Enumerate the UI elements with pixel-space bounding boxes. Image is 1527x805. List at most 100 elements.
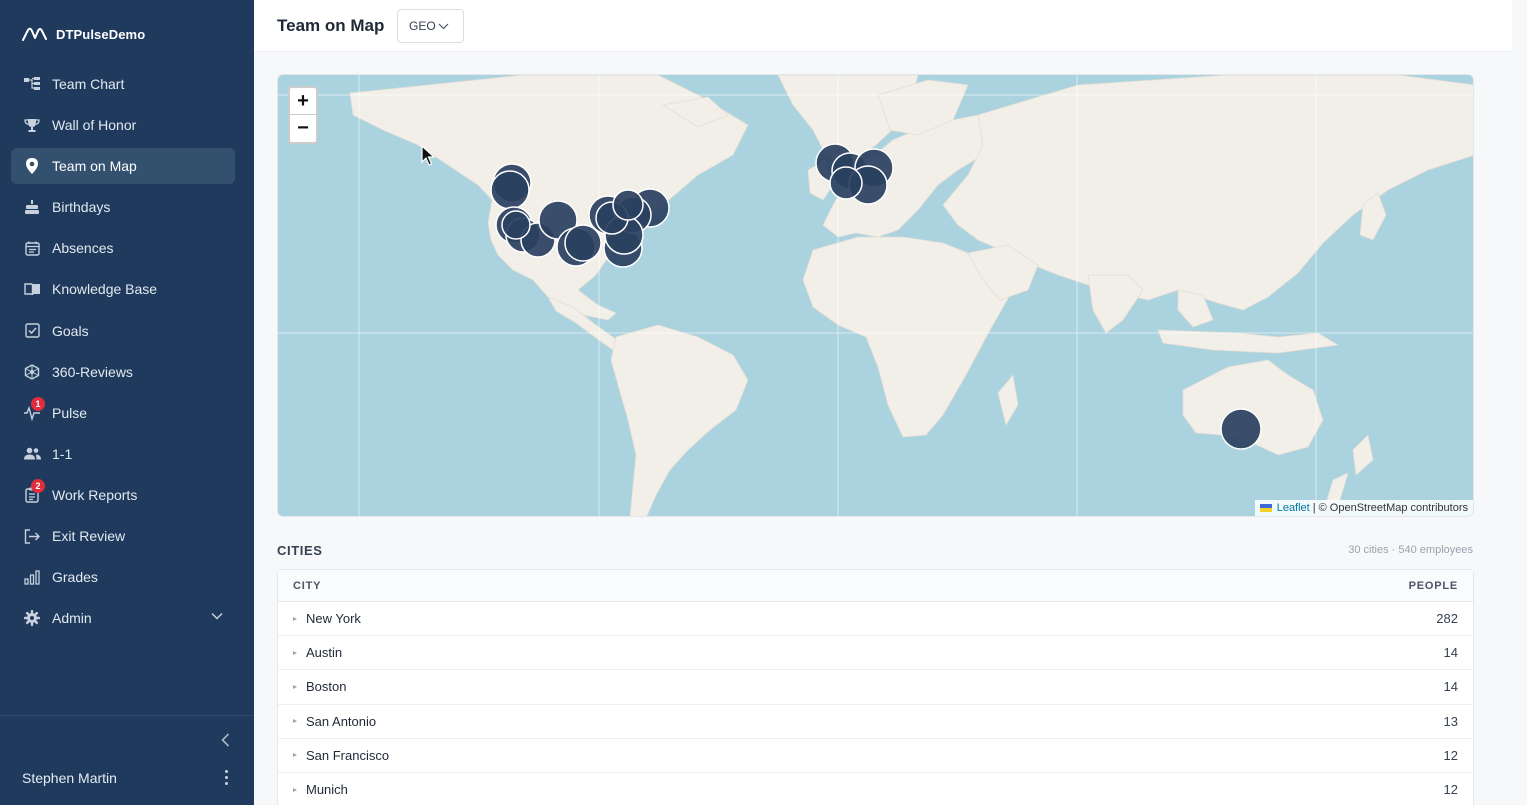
sidebar-item-label: Goals <box>52 322 89 339</box>
ukraine-flag-icon <box>1259 504 1272 512</box>
org-chart-icon <box>23 75 41 93</box>
city-name: Munich <box>306 782 348 798</box>
zoom-control: + − <box>288 86 318 144</box>
pulse-icon: 1 <box>23 396 45 422</box>
expand-caret-icon[interactable] <box>293 719 297 724</box>
sidebar-item-label: Team on Map <box>52 158 137 175</box>
city-marker <box>490 170 530 210</box>
calendar-icon <box>23 239 41 257</box>
column-people[interactable]: PEOPLE <box>1409 580 1458 592</box>
geo-select[interactable]: GEO <box>397 9 464 43</box>
bar-chart-icon <box>23 568 41 586</box>
sidebar-item-label: Pulse <box>52 404 88 421</box>
city-name: San Francisco <box>306 747 390 763</box>
city-marker <box>1220 408 1262 450</box>
sidebar-item-label: Work Reports <box>52 486 138 503</box>
gear-icon <box>23 609 41 627</box>
city-marker <box>564 224 602 262</box>
people-count: 14 <box>1443 645 1458 661</box>
expand-caret-icon[interactable] <box>293 753 297 758</box>
table-row[interactable]: Austin 14 <box>278 636 1473 671</box>
people-count: 12 <box>1443 747 1458 763</box>
people-count: 13 <box>1443 713 1458 729</box>
brand[interactable]: DTPulseDemo <box>22 24 145 44</box>
expand-caret-icon[interactable] <box>293 650 297 655</box>
sidebar-item-pulse[interactable]: 1 Pulse <box>11 395 235 431</box>
notification-badge: 1 <box>31 396 45 411</box>
city-name: Boston <box>306 679 347 695</box>
cities-table: CITY PEOPLE New York 282 Austin 14 Bosto… <box>277 569 1474 805</box>
network-icon <box>23 363 41 381</box>
sidebar-item-label: Team Chart <box>52 76 125 92</box>
sidebar-item-label: Absences <box>52 240 114 257</box>
exit-icon <box>23 527 41 545</box>
sidebar-item-birthdays[interactable]: Birthdays <box>11 189 235 225</box>
people-count: 12 <box>1443 782 1458 798</box>
brand-name: DTPulseDemo <box>56 26 146 42</box>
column-city[interactable]: CITY <box>293 580 321 592</box>
sidebar-item-team-chart[interactable]: Team Chart <box>11 66 235 102</box>
leaflet-link[interactable]: Leaflet <box>1277 502 1310 514</box>
checkbox-icon <box>23 322 41 340</box>
page-header: Team on Map GEO <box>254 0 1512 52</box>
sidebar-item-goals[interactable]: Goals <box>11 313 235 349</box>
logo-icon <box>22 27 47 41</box>
sidebar-item-label: Exit Review <box>52 528 126 545</box>
people-count: 282 <box>1436 611 1458 627</box>
sidebar-item-label: Wall of Honor <box>52 117 137 134</box>
table-header: CITY PEOPLE <box>278 570 1473 602</box>
table-row[interactable]: New York 282 <box>278 602 1473 637</box>
sidebar-item-grades[interactable]: Grades <box>11 559 235 595</box>
people-count: 14 <box>1443 679 1458 695</box>
zoom-in-button[interactable]: + <box>290 88 316 115</box>
city-name: New York <box>306 611 361 627</box>
sidebar-item-wall-of-honor[interactable]: Wall of Honor <box>11 107 235 143</box>
expand-caret-icon[interactable] <box>293 787 297 792</box>
map-attribution: Leaflet | © OpenStreetMap contributors <box>1254 500 1473 516</box>
zoom-out-button[interactable]: − <box>290 115 316 142</box>
sidebar-item-label: 1-1 <box>52 445 73 462</box>
sidebar-nav: Team Chart Wall of Honor Team on Map Bir… <box>11 66 235 641</box>
cake-icon <box>23 198 41 216</box>
sidebar-item-label: Birthdays <box>52 199 111 216</box>
world-map-tiles <box>278 75 1473 516</box>
sidebar-item-absences[interactable]: Absences <box>11 230 235 266</box>
city-marker <box>829 166 863 200</box>
book-icon <box>23 280 41 298</box>
sidebar-item-work-reports[interactable]: 2 Work Reports <box>11 477 235 513</box>
city-name: San Antonio <box>306 713 377 729</box>
expand-caret-icon[interactable] <box>293 684 297 689</box>
sidebar-item-exit-review[interactable]: Exit Review <box>11 518 235 554</box>
trophy-icon <box>23 116 41 134</box>
sidebar-item-360-reviews[interactable]: 360-Reviews <box>11 354 235 390</box>
sidebar-item-team-on-map[interactable]: Team on Map <box>11 148 235 185</box>
team-map[interactable]: + − Leaflet | © OpenStreetMap contributo… <box>277 74 1474 517</box>
expand-caret-icon[interactable] <box>293 616 297 621</box>
collapse-sidebar-icon[interactable] <box>218 732 234 748</box>
sidebar-footer: Stephen Martin <box>0 715 254 805</box>
table-row[interactable]: Boston 14 <box>278 670 1473 705</box>
table-row[interactable]: San Francisco 12 <box>278 739 1473 773</box>
users-icon <box>23 445 41 463</box>
sidebar-item-label: Admin <box>52 610 92 627</box>
cities-summary: 30 cities · 540 employees <box>1348 544 1473 556</box>
sidebar-item-label: Grades <box>52 569 98 586</box>
city-marker <box>612 189 644 221</box>
chevron-down-icon <box>438 23 449 29</box>
user-menu-icon[interactable] <box>222 768 230 786</box>
table-row[interactable]: San Antonio 13 <box>278 705 1473 739</box>
attribution-text: | © OpenStreetMap contributors <box>1312 502 1468 514</box>
city-name: Austin <box>306 645 343 661</box>
sidebar-item-label: Knowledge Base <box>52 281 158 298</box>
sidebar-item-knowledge-base[interactable]: Knowledge Base <box>11 271 235 307</box>
table-row[interactable]: Munich 12 <box>278 773 1473 805</box>
geo-select-value: GEO <box>409 19 436 33</box>
sidebar-item-1-1[interactable]: 1-1 <box>11 436 235 472</box>
user-name[interactable]: Stephen Martin <box>22 770 117 786</box>
chevron-down-icon[interactable] <box>211 612 223 620</box>
map-pin-icon <box>23 157 41 175</box>
mouse-cursor-icon <box>421 145 435 166</box>
city-marker <box>501 210 531 240</box>
clipboard-icon: 2 <box>23 478 45 504</box>
sidebar-item-admin[interactable]: Admin <box>11 600 235 636</box>
